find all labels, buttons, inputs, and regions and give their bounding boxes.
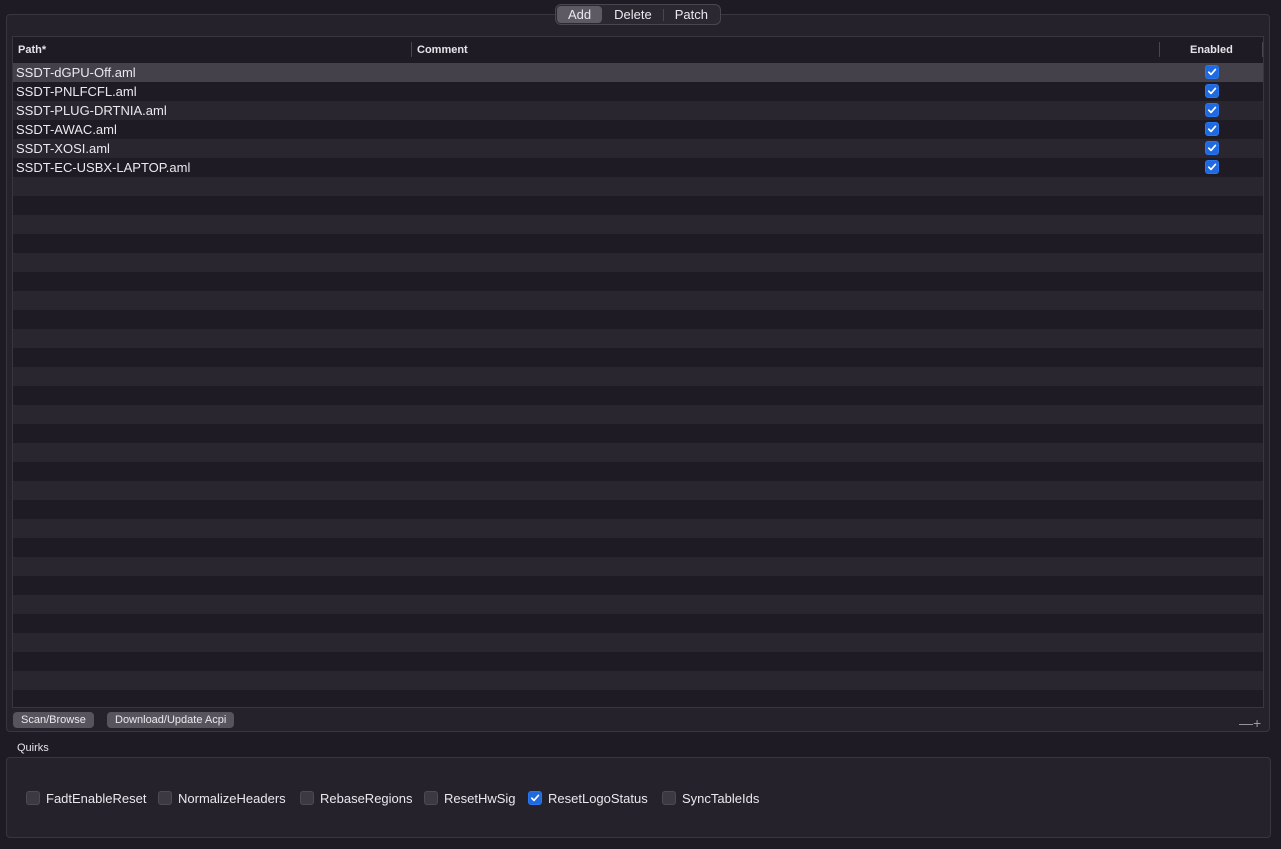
table-row[interactable]: SSDT-PNLFCFL.aml bbox=[13, 82, 1263, 101]
column-header-comment[interactable]: Comment bbox=[417, 37, 468, 63]
empty-table-row bbox=[13, 652, 1263, 671]
quirks-label: Quirks bbox=[17, 742, 49, 754]
table-row[interactable]: SSDT-AWAC.aml bbox=[13, 120, 1263, 139]
empty-table-row bbox=[13, 348, 1263, 367]
path-cell[interactable]: SSDT-XOSI.aml bbox=[16, 139, 110, 158]
empty-table-row bbox=[13, 595, 1263, 614]
empty-table-row bbox=[13, 576, 1263, 595]
empty-table-row bbox=[13, 253, 1263, 272]
quirk-option[interactable]: NormalizeHeaders bbox=[158, 790, 286, 806]
table-row[interactable]: SSDT-EC-USBX-LAPTOP.aml bbox=[13, 158, 1263, 177]
enabled-checkbox[interactable] bbox=[1205, 103, 1219, 117]
column-header-enabled[interactable]: Enabled bbox=[1190, 37, 1233, 63]
tab-patch[interactable]: Patch bbox=[664, 6, 719, 23]
column-divider[interactable] bbox=[411, 42, 412, 57]
empty-table-row bbox=[13, 443, 1263, 462]
enabled-checkbox[interactable] bbox=[1205, 160, 1219, 174]
empty-table-row bbox=[13, 329, 1263, 348]
scan-browse-button[interactable]: Scan/Browse bbox=[13, 712, 94, 728]
empty-table-row bbox=[13, 177, 1263, 196]
quirk-checkbox[interactable] bbox=[424, 791, 438, 805]
quirk-label: NormalizeHeaders bbox=[178, 791, 286, 806]
empty-table-row bbox=[13, 215, 1263, 234]
quirk-option[interactable]: FadtEnableReset bbox=[26, 790, 146, 806]
table-row[interactable]: SSDT-dGPU-Off.aml bbox=[13, 63, 1263, 82]
add-row-button[interactable]: + bbox=[1253, 715, 1261, 731]
download-update-acpi-button[interactable]: Download/Update Acpi bbox=[107, 712, 234, 728]
column-divider[interactable] bbox=[1159, 42, 1160, 57]
quirk-label: FadtEnableReset bbox=[46, 791, 146, 806]
path-cell[interactable]: SSDT-dGPU-Off.aml bbox=[16, 63, 136, 82]
table-header: Path* Comment Enabled bbox=[13, 37, 1263, 64]
empty-table-row bbox=[13, 690, 1263, 708]
empty-table-row bbox=[13, 614, 1263, 633]
empty-table-row bbox=[13, 196, 1263, 215]
quirk-label: ResetLogoStatus bbox=[548, 791, 648, 806]
quirk-checkbox[interactable] bbox=[662, 791, 676, 805]
path-cell[interactable]: SSDT-PNLFCFL.aml bbox=[16, 82, 137, 101]
quirk-checkbox[interactable] bbox=[158, 791, 172, 805]
empty-table-row bbox=[13, 272, 1263, 291]
empty-table-row bbox=[13, 405, 1263, 424]
empty-table-row bbox=[13, 538, 1263, 557]
quirk-label: ResetHwSig bbox=[444, 791, 516, 806]
empty-table-row bbox=[13, 557, 1263, 576]
empty-table-row bbox=[13, 519, 1263, 538]
empty-table-row bbox=[13, 500, 1263, 519]
quirk-checkbox[interactable] bbox=[26, 791, 40, 805]
enabled-checkbox[interactable] bbox=[1205, 122, 1219, 136]
acpi-add-table: Path* Comment Enabled SSDT-dGPU-Off.amlS… bbox=[12, 36, 1264, 708]
empty-table-row bbox=[13, 481, 1263, 500]
empty-table-row bbox=[13, 291, 1263, 310]
tab-add[interactable]: Add bbox=[557, 6, 602, 23]
empty-table-row bbox=[13, 671, 1263, 690]
quirk-option[interactable]: RebaseRegions bbox=[300, 790, 413, 806]
quirk-label: SyncTableIds bbox=[682, 791, 759, 806]
tab-delete[interactable]: Delete bbox=[603, 6, 663, 23]
section-tabs: Add Delete Patch bbox=[555, 4, 721, 25]
enabled-checkbox[interactable] bbox=[1205, 65, 1219, 79]
empty-table-row bbox=[13, 310, 1263, 329]
quirk-label: RebaseRegions bbox=[320, 791, 413, 806]
column-divider[interactable] bbox=[1262, 42, 1263, 57]
path-cell[interactable]: SSDT-PLUG-DRTNIA.aml bbox=[16, 101, 167, 120]
empty-table-row bbox=[13, 633, 1263, 652]
empty-table-row bbox=[13, 386, 1263, 405]
path-cell[interactable]: SSDT-AWAC.aml bbox=[16, 120, 117, 139]
empty-table-row bbox=[13, 424, 1263, 443]
table-row[interactable]: SSDT-XOSI.aml bbox=[13, 139, 1263, 158]
enabled-checkbox[interactable] bbox=[1205, 84, 1219, 98]
column-header-path[interactable]: Path* bbox=[18, 37, 46, 63]
quirk-option[interactable]: ResetHwSig bbox=[424, 790, 516, 806]
table-body: SSDT-dGPU-Off.amlSSDT-PNLFCFL.amlSSDT-PL… bbox=[13, 63, 1263, 708]
path-cell[interactable]: SSDT-EC-USBX-LAPTOP.aml bbox=[16, 158, 190, 177]
remove-row-button[interactable]: — bbox=[1239, 715, 1253, 731]
quirk-checkbox[interactable] bbox=[528, 791, 542, 805]
empty-table-row bbox=[13, 234, 1263, 253]
quirk-option[interactable]: SyncTableIds bbox=[662, 790, 759, 806]
empty-table-row bbox=[13, 462, 1263, 481]
empty-table-row bbox=[13, 367, 1263, 386]
enabled-checkbox[interactable] bbox=[1205, 141, 1219, 155]
table-row[interactable]: SSDT-PLUG-DRTNIA.aml bbox=[13, 101, 1263, 120]
quirk-checkbox[interactable] bbox=[300, 791, 314, 805]
quirk-option[interactable]: ResetLogoStatus bbox=[528, 790, 648, 806]
